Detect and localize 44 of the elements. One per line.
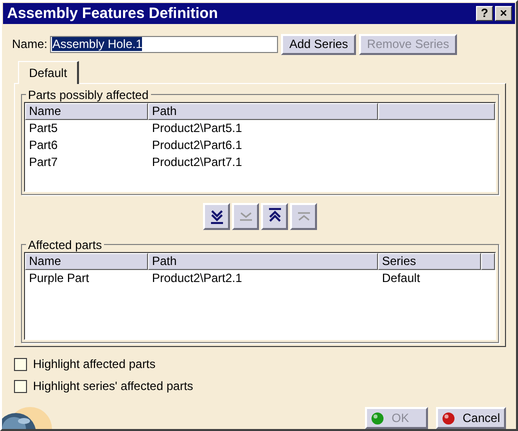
list-row[interactable]: Part7 Product2\Part7.1: [25, 154, 495, 171]
series-button[interactable]: Add Series: [281, 34, 356, 55]
column-header[interactable]: [378, 102, 495, 120]
column-header[interactable]: Name: [25, 102, 148, 120]
checkbox[interactable]: [14, 358, 27, 370]
checkbox-label: Highlight affected parts: [33, 357, 156, 371]
window-title: Assembly Features Definition: [7, 4, 219, 22]
table-cell-text: Default: [381, 271, 422, 286]
table-cell-text: Product2\Part2.1: [151, 271, 244, 286]
table-cell-text: Product2\Part6.1: [151, 138, 244, 152]
move-button[interactable]: [261, 202, 288, 230]
ball-icon: [370, 412, 384, 424]
ball-icon: [442, 412, 455, 424]
table-cell-text: Purple Part: [28, 271, 90, 286]
tab[interactable]: Default: [18, 60, 80, 84]
column-header[interactable]: Path: [148, 102, 378, 120]
name-label: Name:: [12, 37, 48, 52]
dialog-button[interactable]: Cancel: [436, 407, 506, 429]
table-cell-text: Part7: [28, 155, 59, 170]
chevron-icon: [296, 212, 310, 221]
move-button[interactable]: [203, 202, 230, 230]
title-bar-button[interactable]: ×: [495, 6, 512, 21]
parts-list[interactable]: Name Path Series Purple Part Product2\Part2.1 Default: [24, 252, 496, 340]
list-row[interactable]: Part5 Product2\Part5.1: [25, 120, 495, 137]
column-header[interactable]: Path: [148, 252, 378, 270]
group-title: Affected parts: [27, 238, 103, 252]
chevron-icon: [210, 208, 224, 224]
table-cell-text: Part5: [28, 121, 59, 136]
list-row[interactable]: Purple Part Product2\Part2.1 Default: [25, 270, 495, 287]
title-bar-button[interactable]: ?: [476, 6, 493, 21]
column-header[interactable]: [481, 252, 495, 270]
checkbox-label: Highlight series' affected parts: [33, 379, 194, 393]
parts-list[interactable]: Name Path Part5 Product2\Part5.1 Part6 Product2\Part6.1 Part7 Product2\Part7.1: [24, 102, 496, 192]
table-cell-text: Product2\Part7.1: [151, 155, 244, 170]
group-title: Parts possibly affected: [27, 88, 150, 102]
table-cell-text: Product2\Part5.1: [151, 121, 244, 136]
chevron-icon: [238, 212, 252, 221]
column-header[interactable]: Name: [25, 252, 148, 270]
table-cell-text: Part6: [28, 138, 59, 152]
list-row[interactable]: Part6 Product2\Part6.1: [25, 136, 495, 154]
chevron-icon: [268, 208, 282, 224]
checkbox[interactable]: [14, 380, 27, 392]
column-header[interactable]: Series: [378, 252, 481, 270]
name-field[interactable]: Assembly Hole.1: [50, 36, 278, 53]
